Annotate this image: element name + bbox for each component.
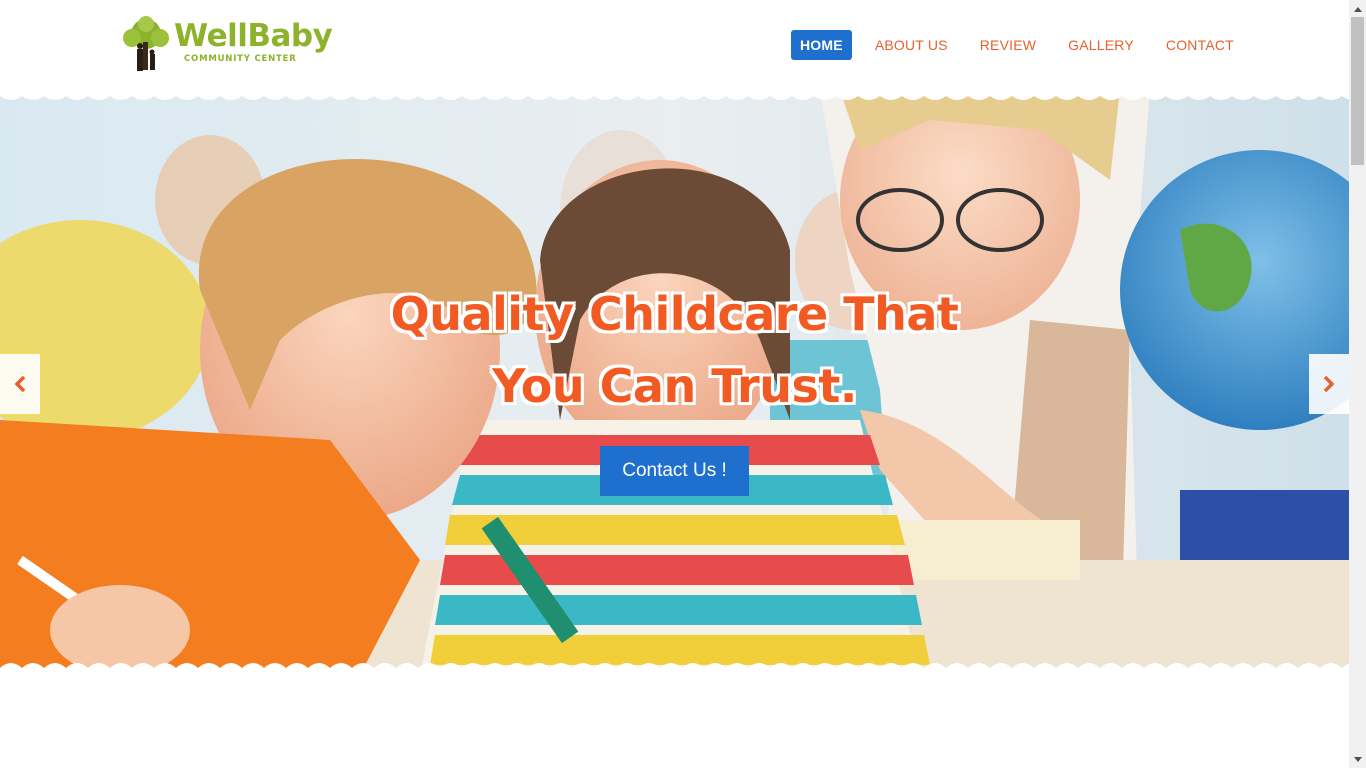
hero-headline-line1: Quality Childcare That bbox=[390, 287, 959, 341]
nav-review[interactable]: REVIEW bbox=[971, 30, 1045, 60]
chevron-left-icon bbox=[14, 376, 26, 392]
contact-us-button[interactable]: Contact Us ! bbox=[600, 446, 749, 496]
scroll-down-button[interactable] bbox=[1349, 751, 1366, 768]
site-header: WellBaby COMMUNITY CENTER HOME ABOUT US … bbox=[0, 0, 1349, 90]
nav-gallery[interactable]: GALLERY bbox=[1059, 30, 1143, 60]
nav-home[interactable]: HOME bbox=[791, 30, 852, 60]
hero-headline-line2: You Can Trust. bbox=[492, 359, 857, 413]
nav-contact[interactable]: CONTACT bbox=[1157, 30, 1243, 60]
tree-logo-icon bbox=[123, 16, 169, 71]
brand-name: WellBaby bbox=[174, 18, 333, 54]
nav-about-us[interactable]: ABOUT US bbox=[866, 30, 957, 60]
scroll-up-button[interactable] bbox=[1349, 0, 1366, 17]
slider-prev-button[interactable] bbox=[0, 354, 40, 414]
scroll-thumb[interactable] bbox=[1351, 17, 1364, 165]
hero-wave-bottom bbox=[0, 663, 1349, 675]
hero-headline: Quality Childcare That You Can Trust. bbox=[0, 278, 1349, 422]
hero-wave-top bbox=[0, 90, 1349, 100]
main-nav: HOME ABOUT US REVIEW GALLERY CONTACT bbox=[791, 30, 1257, 60]
slider-next-button[interactable] bbox=[1309, 354, 1349, 414]
scrollbar[interactable] bbox=[1349, 0, 1366, 768]
page: WellBaby COMMUNITY CENTER HOME ABOUT US … bbox=[0, 0, 1366, 768]
hero-slider: Quality Childcare That You Can Trust. Co… bbox=[0, 90, 1349, 675]
triangle-up-icon bbox=[1353, 6, 1362, 12]
triangle-down-icon bbox=[1353, 756, 1362, 762]
chevron-right-icon bbox=[1323, 376, 1335, 392]
brand-tagline: COMMUNITY CENTER bbox=[184, 54, 297, 64]
